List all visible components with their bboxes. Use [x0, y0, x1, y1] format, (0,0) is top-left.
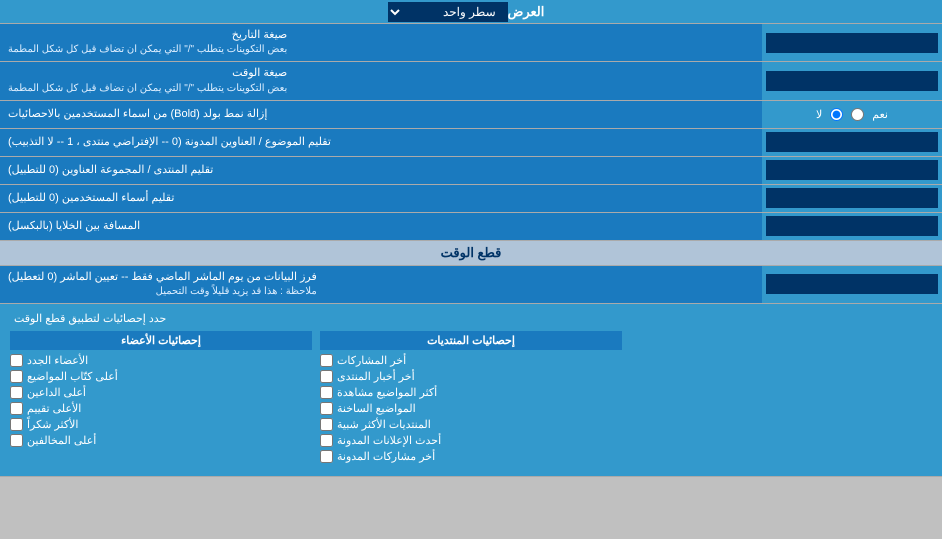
- checkbox-similar-forums-input[interactable]: [320, 418, 333, 431]
- stats-col-empty: [626, 327, 936, 470]
- subject-limit-label: تقليم الموضوع / العناوين المدونة (0 -- ا…: [0, 129, 762, 156]
- stats-limit-row: حدد إحصائيات لتطبيق قطع الوقت: [6, 310, 936, 327]
- row-date-format: d-m صيغة التاريخ بعض التكوينات يتطلب "/"…: [0, 24, 942, 62]
- checkbox-latest-announcements: أحدث الإعلانات المدونة: [320, 434, 622, 447]
- checkbox-last-news-input[interactable]: [320, 370, 333, 383]
- main-container: العرض سطر واحد d-m صيغة التاريخ بعض التك…: [0, 0, 942, 477]
- checkbox-top-posters-input[interactable]: [10, 386, 23, 399]
- checkbox-new-members-input[interactable]: [10, 354, 23, 367]
- checkbox-last-blog-posts: أخر مشاركات المدونة: [320, 450, 622, 463]
- username-limit-label: تقليم أسماء المستخدمين (0 للتطبيل): [0, 185, 762, 212]
- checkbox-most-viewed-input[interactable]: [320, 386, 333, 399]
- cutoff-section-header: قطع الوقت: [0, 241, 942, 266]
- checkbox-hot-topics: المواضيع الساخنة: [320, 402, 622, 415]
- checkbox-top-rated: الأعلى تقييم: [10, 402, 312, 415]
- date-format-label: صيغة التاريخ بعض التكوينات يتطلب "/" الت…: [0, 24, 762, 61]
- stats-section: حدد إحصائيات لتطبيق قطع الوقت إحصائيات ا…: [0, 304, 942, 477]
- cell-spacing-input[interactable]: 2: [766, 216, 938, 236]
- cell-spacing-input-container: 2: [762, 213, 942, 240]
- row-cell-spacing: 2 المسافة بين الخلايا (بالبكسل): [0, 213, 942, 241]
- stats-limit-label: حدد إحصائيات لتطبيق قطع الوقت: [14, 312, 166, 325]
- checkbox-most-thanks-input[interactable]: [10, 418, 23, 431]
- cutoff-input-container: 0: [762, 266, 942, 303]
- checkbox-last-blog-posts-input[interactable]: [320, 450, 333, 463]
- bold-yes-radio[interactable]: [851, 108, 864, 121]
- row-subject-limit: 33 تقليم الموضوع / العناوين المدونة (0 -…: [0, 129, 942, 157]
- forums-stats-title: إحصائيات المنتديات: [320, 331, 622, 350]
- time-format-label: صيغة الوقت بعض التكوينات يتطلب "/" التي …: [0, 62, 762, 99]
- checkbox-top-posters: أعلى الداعين: [10, 386, 312, 399]
- cell-spacing-label: المسافة بين الخلايا (بالبكسل): [0, 213, 762, 240]
- row-cutoff: 0 فرز البيانات من يوم الماشر الماضي فقط …: [0, 266, 942, 304]
- group-limit-input-container: 33: [762, 157, 942, 184]
- checkbox-most-viewed: أكثر المواضيع مشاهدة: [320, 386, 622, 399]
- checkbox-top-violations: أعلى المخالفين: [10, 434, 312, 447]
- checkbox-last-posts-input[interactable]: [320, 354, 333, 367]
- page-title: العرض: [508, 4, 545, 20]
- row-bold: نعم لا إزالة نمط بولد (Bold) من اسماء ال…: [0, 101, 942, 129]
- checkbox-top-rated-input[interactable]: [10, 402, 23, 415]
- stats-columns: إحصائيات المنتديات أخر المشاركات أخر أخب…: [6, 327, 936, 470]
- row-group-limit: 33 تقليم المنتدى / المجموعة العناوين (0 …: [0, 157, 942, 185]
- checkbox-top-topic-writers: أعلى كتّاب المواضيع: [10, 370, 312, 383]
- cutoff-label: فرز البيانات من يوم الماشر الماضي فقط --…: [0, 266, 762, 303]
- checkbox-similar-forums: المنتديات الأكثر شبية: [320, 418, 622, 431]
- username-limit-input-container: 0: [762, 185, 942, 212]
- checkbox-hot-topics-input[interactable]: [320, 402, 333, 415]
- stats-col-members: إحصائيات الأعضاء الأعضاء الجدد أعلى كتّا…: [6, 327, 316, 470]
- row-time-format: H:i صيغة الوقت بعض التكوينات يتطلب "/" ا…: [0, 62, 942, 100]
- username-limit-input[interactable]: 0: [766, 188, 938, 208]
- checkbox-top-violations-input[interactable]: [10, 434, 23, 447]
- members-stats-title: إحصائيات الأعضاء: [10, 331, 312, 350]
- cutoff-input[interactable]: 0: [766, 274, 938, 294]
- date-format-input-container: d-m: [762, 24, 942, 61]
- bold-label: إزالة نمط بولد (Bold) من اسماء المستخدمي…: [0, 101, 762, 128]
- checkbox-top-topic-writers-input[interactable]: [10, 370, 23, 383]
- stats-col-forums: إحصائيات المنتديات أخر المشاركات أخر أخب…: [316, 327, 626, 470]
- checkbox-new-members: الأعضاء الجدد: [10, 354, 312, 367]
- display-dropdown[interactable]: سطر واحد: [388, 2, 508, 22]
- radio-no-label: لا: [816, 108, 822, 121]
- checkbox-last-news: أخر أخبار المنتدى: [320, 370, 622, 383]
- group-limit-label: تقليم المنتدى / المجموعة العناوين (0 للت…: [0, 157, 762, 184]
- radio-yes-label: نعم: [872, 108, 888, 121]
- checkbox-last-posts: أخر المشاركات: [320, 354, 622, 367]
- subject-limit-input-container: 33: [762, 129, 942, 156]
- header-row: العرض سطر واحد: [0, 0, 942, 24]
- group-limit-input[interactable]: 33: [766, 160, 938, 180]
- checkbox-latest-announcements-input[interactable]: [320, 434, 333, 447]
- time-format-input[interactable]: H:i: [766, 71, 938, 91]
- bold-radio-container: نعم لا: [762, 101, 942, 128]
- subject-limit-input[interactable]: 33: [766, 132, 938, 152]
- checkbox-most-thanks: الأكثر شكراً: [10, 418, 312, 431]
- time-format-input-container: H:i: [762, 62, 942, 99]
- date-format-input[interactable]: d-m: [766, 33, 938, 53]
- row-username-limit: 0 تقليم أسماء المستخدمين (0 للتطبيل): [0, 185, 942, 213]
- bold-no-radio[interactable]: [830, 108, 843, 121]
